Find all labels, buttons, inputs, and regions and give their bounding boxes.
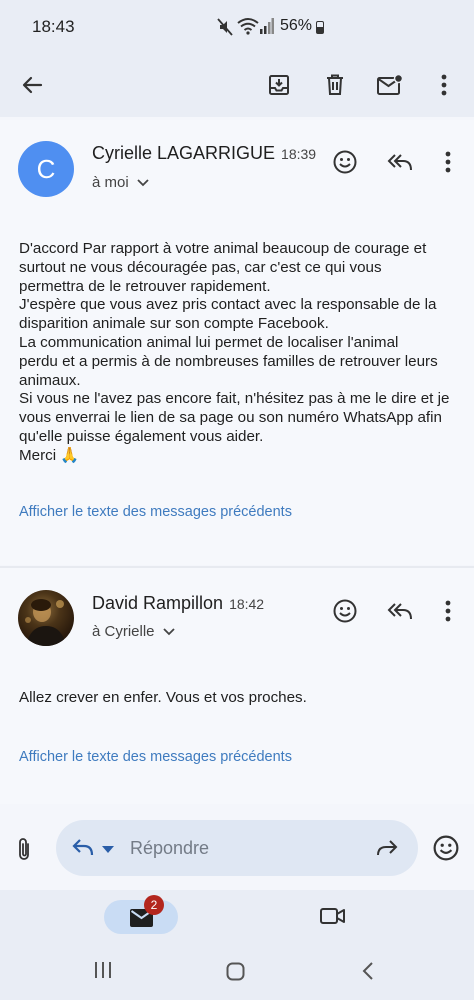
mark-unread-button[interactable] (370, 67, 410, 107)
wifi-icon (237, 17, 259, 40)
body-line: Allez crever en enfer. Vous et vos proch… (19, 689, 307, 706)
body-line: perdu et a permis à de nombreuses famill… (19, 352, 438, 370)
reply-placeholder: Répondre (130, 838, 210, 858)
signal-icon (260, 18, 274, 39)
body-line: qu'elle puisse également vous aider. (19, 427, 264, 445)
mail-unread-icon (377, 73, 404, 101)
reply-type-selector[interactable] (72, 838, 114, 861)
chevron-down-icon (137, 174, 149, 191)
paperclip-icon (16, 838, 32, 866)
forward-icon (376, 840, 398, 860)
avatar[interactable]: C (18, 141, 74, 197)
show-quoted-text-link[interactable]: Afficher le texte des messages précédent… (19, 504, 292, 520)
body-line: La communication animal lui permet de lo… (19, 333, 399, 351)
body-line: disparition animale sur son compte Faceb… (19, 315, 329, 333)
smiley-icon (333, 150, 357, 179)
sender-name: Cyrielle LAGARRIGUE (92, 143, 276, 163)
message-card: C Cyrielle LAGARRIGUE 18:39 à moi D'accor… (0, 120, 474, 565)
body-line: Si vous ne l'avez pas encore fait, n'hés… (19, 390, 450, 408)
body-line: D'accord Par rapport à votre animal beau… (19, 240, 427, 257)
recipient-label: à Cyrielle (92, 623, 155, 640)
message-card: David Rampillon 18:42 à Cyrielle Allez cr… (0, 568, 474, 804)
trash-icon (325, 74, 345, 101)
react-emoji-button[interactable] (329, 597, 361, 629)
reply-field[interactable]: Répondre (56, 820, 418, 876)
recent-apps-icon (94, 962, 112, 982)
unread-badge: 2 (144, 895, 164, 915)
reply-bar: Répondre (0, 806, 474, 890)
smiley-icon (433, 835, 459, 865)
recipient-toggle[interactable]: à Cyrielle (92, 623, 175, 640)
reply-icon (72, 838, 94, 861)
sender-header: David Rampillon 18:42 (92, 593, 264, 614)
meet-tab[interactable] (320, 907, 346, 930)
system-back-button[interactable] (362, 962, 374, 985)
smiley-icon (333, 599, 357, 628)
more-vert-icon (441, 74, 447, 101)
back-button[interactable] (12, 67, 52, 107)
recent-apps-button[interactable] (94, 962, 112, 983)
message-more-button[interactable] (432, 597, 464, 629)
message-body: Allez crever en enfer. Vous et vos proch… (19, 689, 459, 708)
show-quoted-text-link[interactable]: Afficher le texte des messages précédent… (19, 749, 292, 765)
avatar[interactable] (18, 590, 74, 646)
forward-button[interactable] (376, 840, 398, 861)
sender-header: Cyrielle LAGARRIGUE 18:39 (92, 143, 316, 164)
body-line: animaux. (19, 371, 81, 389)
chevron-left-icon (362, 962, 374, 984)
home-button[interactable] (226, 962, 245, 986)
bottom-navigation: 2 (0, 890, 474, 1000)
reply-all-button[interactable] (384, 148, 416, 180)
message-more-button[interactable] (432, 148, 464, 180)
more-vert-icon (445, 600, 451, 627)
more-options-button[interactable] (424, 67, 464, 107)
body-line: permettra de le retrouver rapidement. (19, 277, 271, 295)
body-line: vous enverrai le lien de sa page ou son … (19, 409, 442, 427)
archive-button[interactable] (259, 67, 299, 107)
react-emoji-button[interactable] (329, 148, 361, 180)
archive-icon (268, 74, 290, 101)
reply-all-icon (387, 601, 413, 626)
top-toolbar (0, 55, 474, 117)
arrow-left-icon (21, 74, 43, 101)
reply-all-icon (387, 152, 413, 177)
delete-button[interactable] (315, 67, 355, 107)
attach-button[interactable] (16, 836, 32, 867)
recipient-label: à moi (92, 174, 129, 191)
caret-down-icon (102, 841, 114, 859)
status-bar: 18:43 56% (0, 0, 474, 55)
message-time: 18:42 (229, 596, 265, 612)
body-line: surtout ne vous découragée pas, car c'es… (19, 258, 382, 276)
mail-tab[interactable] (104, 900, 178, 934)
sender-name: David Rampillon (92, 593, 224, 613)
home-icon (226, 962, 245, 985)
video-camera-icon (320, 908, 346, 929)
chevron-down-icon (162, 623, 175, 640)
emoji-button[interactable] (433, 835, 459, 866)
message-body: D'accord Par rapport à votre animal beau… (19, 240, 459, 466)
mute-icon (217, 18, 233, 41)
message-time: 18:39 (281, 146, 317, 162)
status-time: 18:43 (32, 17, 75, 36)
battery-percent: 56% (280, 17, 313, 34)
battery-icon (316, 21, 324, 34)
body-line: J'espère que vous avez pris contact avec… (19, 296, 437, 314)
more-vert-icon (445, 151, 451, 178)
body-line: Merci 🙏 (19, 446, 80, 464)
reply-all-button[interactable] (384, 597, 416, 629)
recipient-toggle[interactable]: à moi (92, 174, 149, 191)
